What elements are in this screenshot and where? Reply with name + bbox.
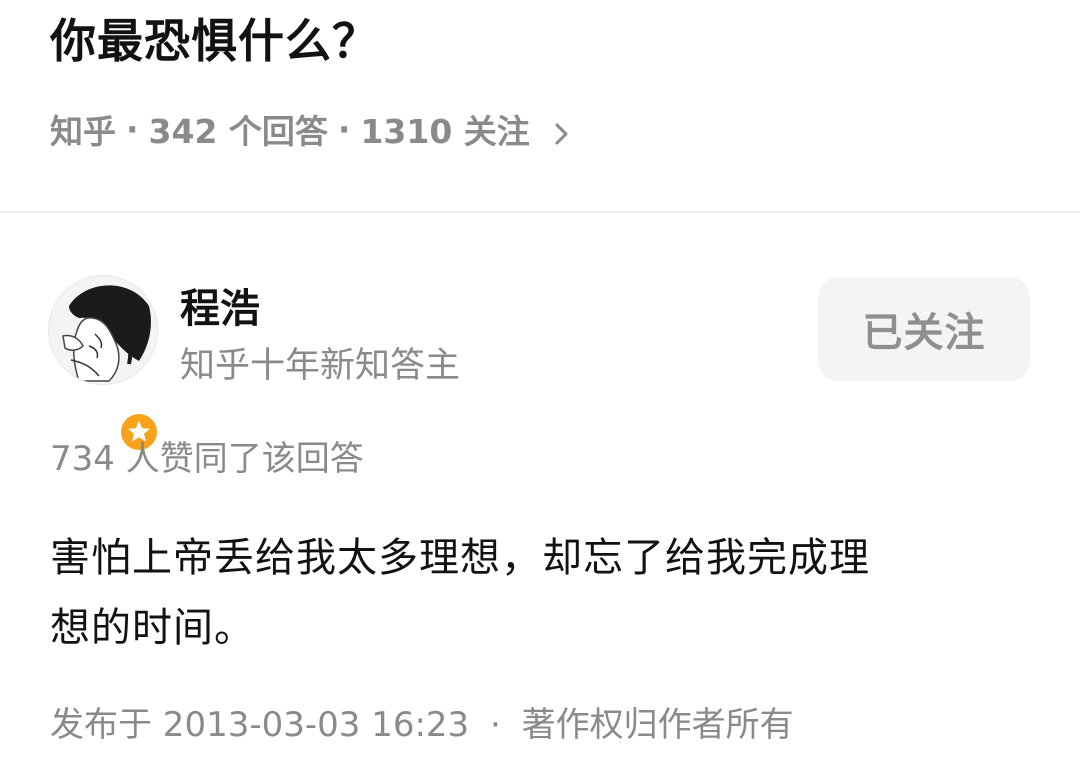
question-title[interactable]: 你最恐惧什么？ bbox=[50, 6, 379, 76]
meta-source: 知乎 bbox=[50, 112, 116, 151]
follow-button[interactable]: 已关注 bbox=[818, 277, 1030, 381]
answer-content-line: 想的时间。 bbox=[50, 605, 255, 651]
answer-content-line: 害怕上帝丢给我太多理想，却忘了给我完成理 bbox=[50, 535, 870, 581]
answer-card: 程浩 知乎十年新知答主 已关注 734 人赞同了该回答 害怕上帝丢给我太多理想，… bbox=[0, 213, 1080, 769]
vote-summary: 734 人赞同了该回答 bbox=[50, 439, 364, 479]
answer-content[interactable]: 害怕上帝丢给我太多理想，却忘了给我完成理 想的时间。 bbox=[50, 523, 1020, 663]
meta-separator: · bbox=[337, 109, 351, 149]
chevron-right-icon bbox=[548, 116, 574, 145]
avatar[interactable] bbox=[48, 275, 162, 455]
copyright-notice: 著作权归作者所有 bbox=[521, 705, 794, 745]
question-meta[interactable]: 知乎 · 342 个回答 · 1310 关注 bbox=[50, 104, 574, 154]
publish-time: 发布于 2013-03-03 16:23 bbox=[50, 705, 470, 745]
author-name[interactable]: 程浩 bbox=[180, 281, 260, 337]
meta-separator: · bbox=[126, 109, 139, 149]
footer-separator: · bbox=[490, 705, 501, 745]
answer-footer: 发布于 2013-03-03 16:23 · 著作权归作者所有 bbox=[50, 701, 794, 749]
meta-answer-count: 342 个回答 bbox=[148, 112, 328, 151]
zhihu-answer-page: 你最恐惧什么？ 知乎 · 342 个回答 · 1310 关注 程浩 知乎十年新知… bbox=[0, 0, 1080, 769]
author-row: 程浩 知乎十年新知答主 已关注 bbox=[0, 213, 1080, 455]
avatar-image bbox=[48, 275, 158, 385]
question-header: 你最恐惧什么？ 知乎 · 342 个回答 · 1310 关注 bbox=[0, 0, 1080, 212]
author-badge-title: 知乎十年新知答主 bbox=[180, 346, 461, 386]
meta-follower-count: 1310 关注 bbox=[360, 112, 530, 151]
